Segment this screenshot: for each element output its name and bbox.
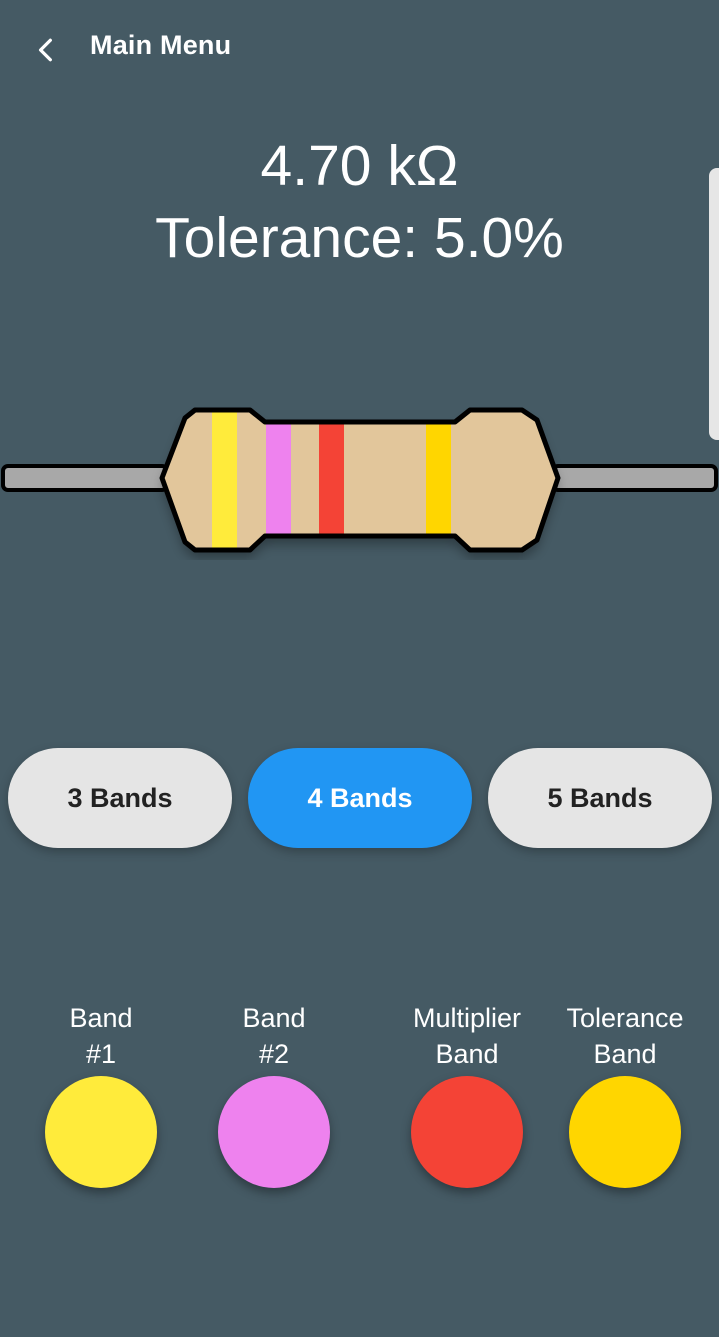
resistance-value: 4.70 kΩ [260, 134, 459, 198]
back-button[interactable] [20, 24, 72, 76]
resistor-band-2 [266, 410, 291, 550]
resistance-readout: 4.70 kΩ Tolerance: 5.0% [0, 130, 719, 274]
right-lead [551, 464, 718, 492]
band-1-label-line2: #1 [85, 1039, 117, 1069]
tolerance-band-label: Tolerance Band [540, 1000, 710, 1076]
tolerance-band-picker: Tolerance Band [540, 1000, 710, 1188]
multiplier-band-label: Multiplier Band [382, 1000, 552, 1076]
five-bands-button[interactable]: 5 Bands [488, 748, 712, 848]
band-2-label: Band #2 [189, 1000, 359, 1076]
chevron-left-icon [38, 38, 52, 62]
band-1-color-button[interactable] [45, 1076, 157, 1188]
band-2-picker: Band #2 [189, 1000, 359, 1188]
four-bands-button[interactable]: 4 Bands [248, 748, 472, 848]
resistor-band-tolerance [426, 410, 451, 550]
band-count-selector: 3 Bands 4 Bands 5 Bands [0, 748, 719, 848]
multiplier-band-label-line2: Band [435, 1039, 499, 1069]
multiplier-band-picker: Multiplier Band [382, 1000, 552, 1188]
top-app-bar: Main Menu [0, 0, 719, 96]
band-2-label-line2: #2 [258, 1039, 290, 1069]
multiplier-band-color-button[interactable] [411, 1076, 523, 1188]
band-2-label-line1: Band [242, 1003, 306, 1033]
three-bands-button[interactable]: 3 Bands [8, 748, 232, 848]
left-lead [1, 464, 169, 492]
band-1-label-line1: Band [69, 1003, 133, 1033]
tolerance-value: Tolerance: 5.0% [155, 206, 564, 270]
tolerance-band-color-button[interactable] [569, 1076, 681, 1188]
multiplier-band-label-line1: Multiplier [412, 1003, 522, 1033]
page-title: Main Menu [90, 30, 232, 60]
band-1-label: Band #1 [16, 1000, 186, 1076]
tolerance-band-label-line2: Band [593, 1039, 657, 1069]
band-2-color-button[interactable] [218, 1076, 330, 1188]
resistor-band-multiplier [319, 410, 344, 550]
resistor-band-1 [212, 410, 237, 550]
resistor-illustration [1, 407, 718, 553]
band-color-pickers: Band #1 Band #2 Multiplier Band Toleranc… [0, 1000, 719, 1200]
tolerance-band-label-line1: Tolerance [566, 1003, 684, 1033]
band-1-picker: Band #1 [16, 1000, 186, 1188]
